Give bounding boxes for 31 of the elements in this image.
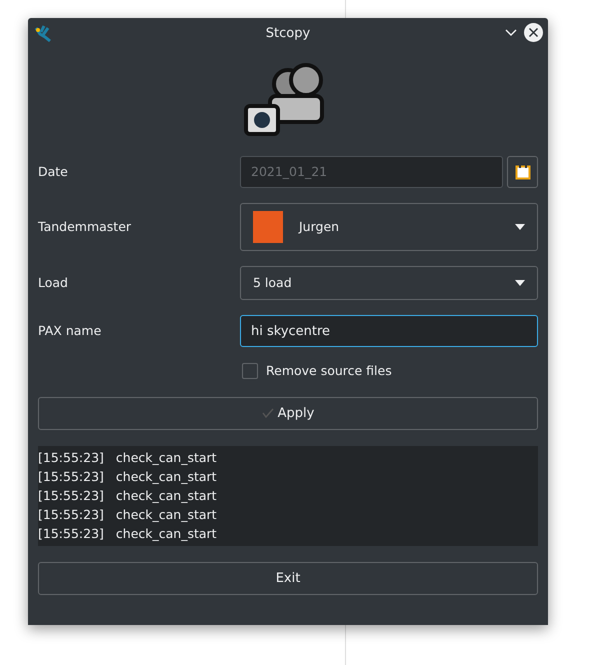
avatar-photo-placeholder [253, 211, 283, 243]
calendar-button[interactable] [507, 156, 538, 188]
log-message: check_can_start [116, 524, 217, 543]
load-dropdown[interactable]: 5 load [240, 266, 538, 300]
calendar-icon [514, 164, 530, 180]
log-message: check_can_start [116, 448, 217, 467]
window-title: Stcopy [264, 25, 312, 43]
checkbox-label: Remove source files [266, 362, 392, 380]
log-timestamp: [15:55:23] [38, 506, 104, 524]
pax-name-field[interactable]: hi skycentre [240, 315, 538, 347]
log-timestamp: [15:55:23] [38, 486, 104, 505]
field-label: Tandemmaster [38, 218, 132, 236]
tandemmaster-dropdown[interactable]: Jurgen [240, 203, 538, 251]
field-label: Load [38, 274, 69, 292]
field-label: PAX name [38, 322, 102, 340]
log-timestamp: [15:55:23] [38, 524, 104, 543]
log-message: check_can_start [116, 468, 217, 486]
log-timestamp: [15:55:23] [38, 448, 104, 467]
log-timestamp: [15:55:23] [38, 468, 104, 486]
apply-button[interactable]: Apply [38, 396, 538, 430]
skydiver-icon [33, 24, 53, 44]
field-label: Date [38, 162, 69, 181]
caret-icon [515, 224, 525, 230]
exit-button[interactable]: Exit [38, 562, 538, 595]
log-message: check_can_start [116, 506, 217, 524]
log-message: check_can_start [116, 486, 217, 505]
minimize-icon[interactable] [505, 29, 517, 37]
close-icon[interactable] [524, 23, 543, 42]
caret-icon [515, 280, 525, 286]
check-icon [262, 408, 274, 418]
checkbox[interactable] [242, 363, 258, 380]
